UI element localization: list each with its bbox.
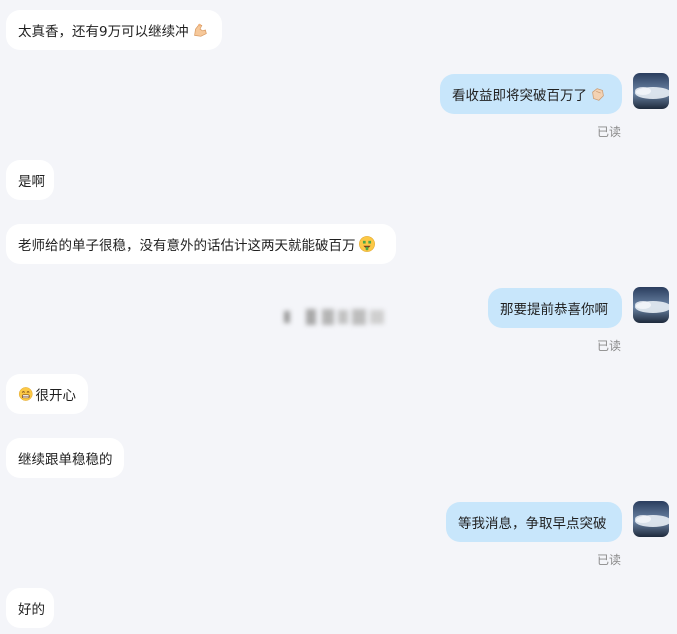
money-face-icon: [358, 236, 375, 252]
avatar[interactable]: [633, 287, 669, 323]
message-bubble-incoming[interactable]: 好的: [6, 588, 54, 628]
clapping-hands-icon: [592, 88, 604, 101]
message-bubble-outgoing[interactable]: 看收益即将突破百万了: [440, 74, 622, 114]
message-bubble-outgoing[interactable]: 等我消息，争取早点突破: [446, 502, 622, 542]
message-bubble-incoming[interactable]: 是啊: [6, 160, 54, 200]
read-receipt: 已读: [597, 553, 622, 567]
avatar-image: [633, 287, 669, 323]
avatar[interactable]: [633, 73, 669, 109]
avatar-image: [633, 501, 669, 537]
message-bubble-incoming[interactable]: 老师给的单子很稳，没有意外的话估计这两天就能破百万: [6, 224, 396, 264]
message-text: 继续跟单稳稳的: [18, 452, 113, 468]
message-text: 太真香，还有9万可以继续冲: [18, 24, 189, 40]
message-text: 看收益即将突破百万了: [452, 88, 587, 104]
avatar-image: [633, 73, 669, 109]
message-text: 是啊: [18, 174, 45, 190]
read-receipt: 已读: [597, 125, 622, 139]
message-text: 很开心: [35, 388, 77, 404]
message-text: 等我消息，争取早点突破: [458, 516, 607, 532]
message-bubble-incoming[interactable]: 很开心: [6, 374, 88, 414]
message-text: 那要提前恭喜你啊: [500, 302, 608, 318]
redacted-area: [284, 309, 384, 325]
flexed-biceps-icon: [193, 23, 207, 37]
message-text: 老师给的单子很稳，没有意外的话估计这两天就能破百万: [18, 238, 356, 254]
avatar[interactable]: [633, 501, 669, 537]
message-bubble-incoming[interactable]: 太真香，还有9万可以继续冲: [6, 10, 222, 50]
message-bubble-outgoing[interactable]: 那要提前恭喜你啊: [488, 288, 622, 328]
grinning-face-icon: [18, 387, 33, 401]
message-text: 好的: [18, 602, 45, 618]
read-receipt: 已读: [597, 339, 622, 353]
message-bubble-incoming[interactable]: 继续跟单稳稳的: [6, 438, 124, 478]
